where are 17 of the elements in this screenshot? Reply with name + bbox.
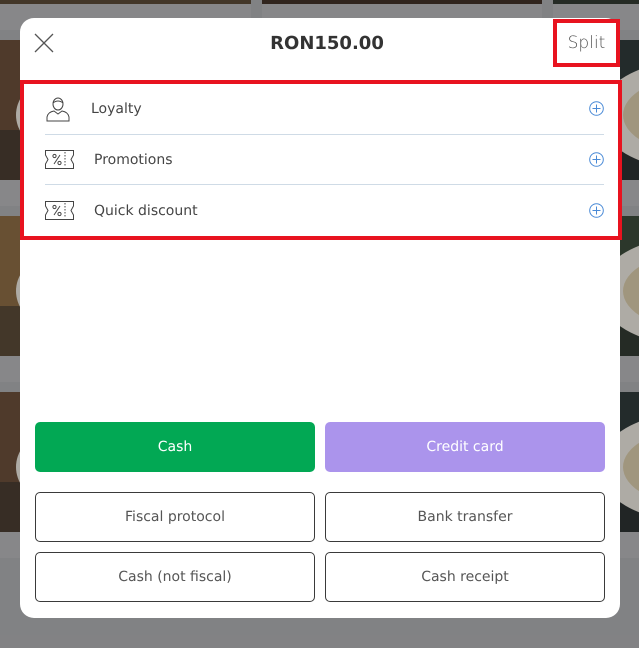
payment-button[interactable]: Cash receipt <box>325 552 605 602</box>
coupon-icon <box>45 150 74 169</box>
split-button[interactable]: Split <box>553 19 620 67</box>
add-icon[interactable] <box>589 203 604 218</box>
payment-button[interactable]: Bank transfer <box>325 492 605 542</box>
add-icon[interactable] <box>589 152 604 167</box>
discount-option[interactable]: Quick discount <box>94 202 589 219</box>
discount-option[interactable]: Promotions <box>94 152 589 168</box>
close-button[interactable] <box>34 33 54 53</box>
coupon-icon <box>45 201 74 220</box>
add-icon[interactable] <box>589 101 604 116</box>
payment-button[interactable]: Fiscal protocol <box>35 492 315 542</box>
total-amount: RON150.00 <box>270 32 384 54</box>
person-icon <box>45 96 71 122</box>
close-icon <box>34 33 54 53</box>
discount-option[interactable]: Loyalty <box>91 100 589 117</box>
payment-button[interactable]: Cash (not fiscal) <box>35 552 315 602</box>
